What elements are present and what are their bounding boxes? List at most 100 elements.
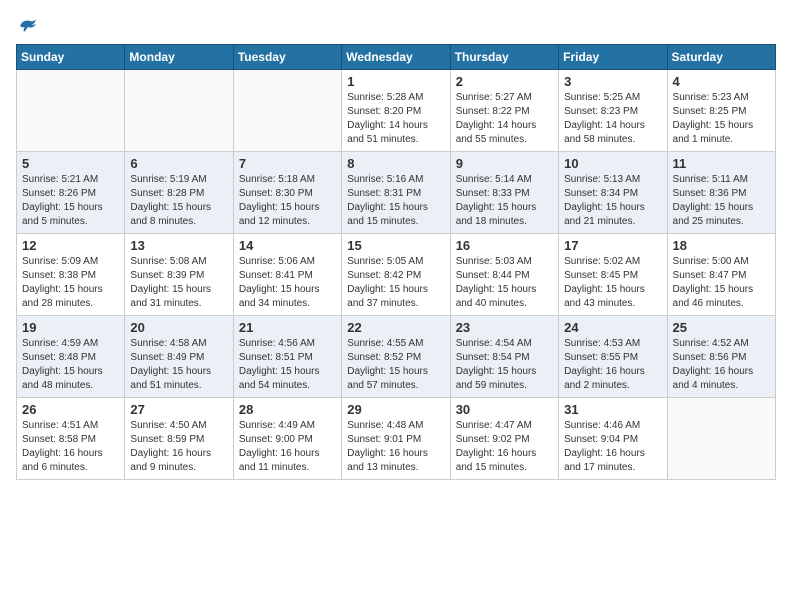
calendar-cell: 20Sunrise: 4:58 AM Sunset: 8:49 PM Dayli… [125, 316, 233, 398]
weekday-header-row: SundayMondayTuesdayWednesdayThursdayFrid… [17, 45, 776, 70]
calendar-cell: 10 Sunrise: 5:13 AM Sunset: 8:34 PM Dayli… [559, 152, 667, 234]
day-info: Sunrise: 5:23 AM Sunset: 8:25 PM Dayligh… [673, 91, 770, 147]
logo-bird-icon [18, 16, 38, 36]
calendar-header: SundayMondayTuesdayWednesdayThursdayFrid… [17, 45, 776, 70]
day-info: Sunrise: 5:25 AM Sunset: 8:23 PM Dayligh… [564, 91, 661, 147]
calendar-cell [667, 398, 775, 480]
day-number: 21 [239, 320, 336, 335]
weekday-header-wednesday: Wednesday [342, 45, 450, 70]
day-number: 6 [130, 156, 227, 171]
day-number: 8 [347, 156, 444, 171]
weekday-header-monday: Monday [125, 45, 233, 70]
calendar-cell: 14 Sunrise: 5:06 AM Sunset: 8:41 PM Dayli… [233, 234, 341, 316]
calendar-cell: 31 Sunrise: 4:46 AM Sunset: 9:04 PM Dayli… [559, 398, 667, 480]
day-info: Sunrise: 4:56 AM Sunset: 8:51 PM Dayligh… [239, 337, 336, 393]
calendar-cell: 1 Sunrise: 5:28 AM Sunset: 8:20 PM Daylig… [342, 70, 450, 152]
day-info: Sunrise: 5:16 AM Sunset: 8:31 PM Dayligh… [347, 173, 444, 229]
day-number: 28 [239, 402, 336, 417]
day-number: 22 [347, 320, 444, 335]
day-info: Sunrise: 4:47 AM Sunset: 9:02 PM Dayligh… [456, 419, 553, 475]
day-info: Sunrise: 5:05 AM Sunset: 8:42 PM Dayligh… [347, 255, 444, 311]
day-number: 23 [456, 320, 553, 335]
day-number: 10 [564, 156, 661, 171]
calendar-week-5: 26Sunrise: 4:51 AM Sunset: 8:58 PM Dayli… [17, 398, 776, 480]
day-info: Sunrise: 5:03 AM Sunset: 8:44 PM Dayligh… [456, 255, 553, 311]
calendar-cell: 3 Sunrise: 5:25 AM Sunset: 8:23 PM Daylig… [559, 70, 667, 152]
day-number: 31 [564, 402, 661, 417]
calendar-cell: 28 Sunrise: 4:49 AM Sunset: 9:00 PM Dayli… [233, 398, 341, 480]
day-number: 12 [22, 238, 119, 253]
weekday-header-tuesday: Tuesday [233, 45, 341, 70]
day-number: 14 [239, 238, 336, 253]
day-info: Sunrise: 4:50 AM Sunset: 8:59 PM Dayligh… [130, 419, 227, 475]
day-number: 3 [564, 74, 661, 89]
day-number: 26 [22, 402, 119, 417]
calendar-cell: 24 Sunrise: 4:53 AM Sunset: 8:55 PM Dayli… [559, 316, 667, 398]
calendar-cell: 27 Sunrise: 4:50 AM Sunset: 8:59 PM Dayli… [125, 398, 233, 480]
calendar-week-1: 1 Sunrise: 5:28 AM Sunset: 8:20 PM Daylig… [17, 70, 776, 152]
day-number: 9 [456, 156, 553, 171]
day-number: 24 [564, 320, 661, 335]
calendar-cell: 17Sunrise: 5:02 AM Sunset: 8:45 PM Dayli… [559, 234, 667, 316]
day-info: Sunrise: 4:58 AM Sunset: 8:49 PM Dayligh… [130, 337, 227, 393]
calendar-cell: 30 Sunrise: 4:47 AM Sunset: 9:02 PM Dayli… [450, 398, 558, 480]
day-number: 13 [130, 238, 227, 253]
calendar-week-2: 5Sunrise: 5:21 AM Sunset: 8:26 PM Daylig… [17, 152, 776, 234]
day-number: 1 [347, 74, 444, 89]
day-number: 25 [673, 320, 770, 335]
day-number: 19 [22, 320, 119, 335]
calendar-week-4: 19 Sunrise: 4:59 AM Sunset: 8:48 PM Dayli… [17, 316, 776, 398]
calendar-cell: 21 Sunrise: 4:56 AM Sunset: 8:51 PM Dayli… [233, 316, 341, 398]
day-info: Sunrise: 4:54 AM Sunset: 8:54 PM Dayligh… [456, 337, 553, 393]
calendar-cell: 22Sunrise: 4:55 AM Sunset: 8:52 PM Dayli… [342, 316, 450, 398]
calendar-cell: 5Sunrise: 5:21 AM Sunset: 8:26 PM Daylig… [17, 152, 125, 234]
day-info: Sunrise: 5:08 AM Sunset: 8:39 PM Dayligh… [130, 255, 227, 311]
day-info: Sunrise: 5:09 AM Sunset: 8:38 PM Dayligh… [22, 255, 119, 311]
calendar-cell: 6 Sunrise: 5:19 AM Sunset: 8:28 PM Daylig… [125, 152, 233, 234]
day-info: Sunrise: 5:13 AM Sunset: 8:34 PM Dayligh… [564, 173, 661, 229]
calendar-cell: 11 Sunrise: 5:11 AM Sunset: 8:36 PM Dayli… [667, 152, 775, 234]
calendar-cell: 25 Sunrise: 4:52 AM Sunset: 8:56 PM Dayli… [667, 316, 775, 398]
day-info: Sunrise: 5:06 AM Sunset: 8:41 PM Dayligh… [239, 255, 336, 311]
day-number: 27 [130, 402, 227, 417]
day-info: Sunrise: 5:19 AM Sunset: 8:28 PM Dayligh… [130, 173, 227, 229]
calendar-cell: 12 Sunrise: 5:09 AM Sunset: 8:38 PM Dayli… [17, 234, 125, 316]
calendar-cell: 8 Sunrise: 5:16 AM Sunset: 8:31 PM Daylig… [342, 152, 450, 234]
day-number: 11 [673, 156, 770, 171]
day-info: Sunrise: 4:53 AM Sunset: 8:55 PM Dayligh… [564, 337, 661, 393]
day-number: 16 [456, 238, 553, 253]
weekday-header-sunday: Sunday [17, 45, 125, 70]
day-info: Sunrise: 5:28 AM Sunset: 8:20 PM Dayligh… [347, 91, 444, 147]
day-info: Sunrise: 4:59 AM Sunset: 8:48 PM Dayligh… [22, 337, 119, 393]
calendar-cell [125, 70, 233, 152]
day-number: 30 [456, 402, 553, 417]
calendar-cell: 2 Sunrise: 5:27 AM Sunset: 8:22 PM Daylig… [450, 70, 558, 152]
weekday-header-saturday: Saturday [667, 45, 775, 70]
calendar-cell: 16 Sunrise: 5:03 AM Sunset: 8:44 PM Dayli… [450, 234, 558, 316]
calendar-cell: 15Sunrise: 5:05 AM Sunset: 8:42 PM Dayli… [342, 234, 450, 316]
calendar-cell [17, 70, 125, 152]
day-info: Sunrise: 4:46 AM Sunset: 9:04 PM Dayligh… [564, 419, 661, 475]
day-info: Sunrise: 5:27 AM Sunset: 8:22 PM Dayligh… [456, 91, 553, 147]
day-info: Sunrise: 4:49 AM Sunset: 9:00 PM Dayligh… [239, 419, 336, 475]
day-number: 7 [239, 156, 336, 171]
day-number: 18 [673, 238, 770, 253]
day-number: 5 [22, 156, 119, 171]
weekday-header-thursday: Thursday [450, 45, 558, 70]
calendar-cell: 9 Sunrise: 5:14 AM Sunset: 8:33 PM Daylig… [450, 152, 558, 234]
day-info: Sunrise: 4:48 AM Sunset: 9:01 PM Dayligh… [347, 419, 444, 475]
day-number: 4 [673, 74, 770, 89]
calendar-cell: 4 Sunrise: 5:23 AM Sunset: 8:25 PM Daylig… [667, 70, 775, 152]
calendar-table: SundayMondayTuesdayWednesdayThursdayFrid… [16, 44, 776, 480]
calendar-body: 1 Sunrise: 5:28 AM Sunset: 8:20 PM Daylig… [17, 70, 776, 480]
weekday-header-friday: Friday [559, 45, 667, 70]
day-info: Sunrise: 4:52 AM Sunset: 8:56 PM Dayligh… [673, 337, 770, 393]
day-info: Sunrise: 5:14 AM Sunset: 8:33 PM Dayligh… [456, 173, 553, 229]
day-info: Sunrise: 5:02 AM Sunset: 8:45 PM Dayligh… [564, 255, 661, 311]
day-number: 2 [456, 74, 553, 89]
calendar-cell: 19 Sunrise: 4:59 AM Sunset: 8:48 PM Dayli… [17, 316, 125, 398]
calendar-cell: 18 Sunrise: 5:00 AM Sunset: 8:47 PM Dayli… [667, 234, 775, 316]
day-info: Sunrise: 5:00 AM Sunset: 8:47 PM Dayligh… [673, 255, 770, 311]
day-info: Sunrise: 5:11 AM Sunset: 8:36 PM Dayligh… [673, 173, 770, 229]
calendar-cell [233, 70, 341, 152]
